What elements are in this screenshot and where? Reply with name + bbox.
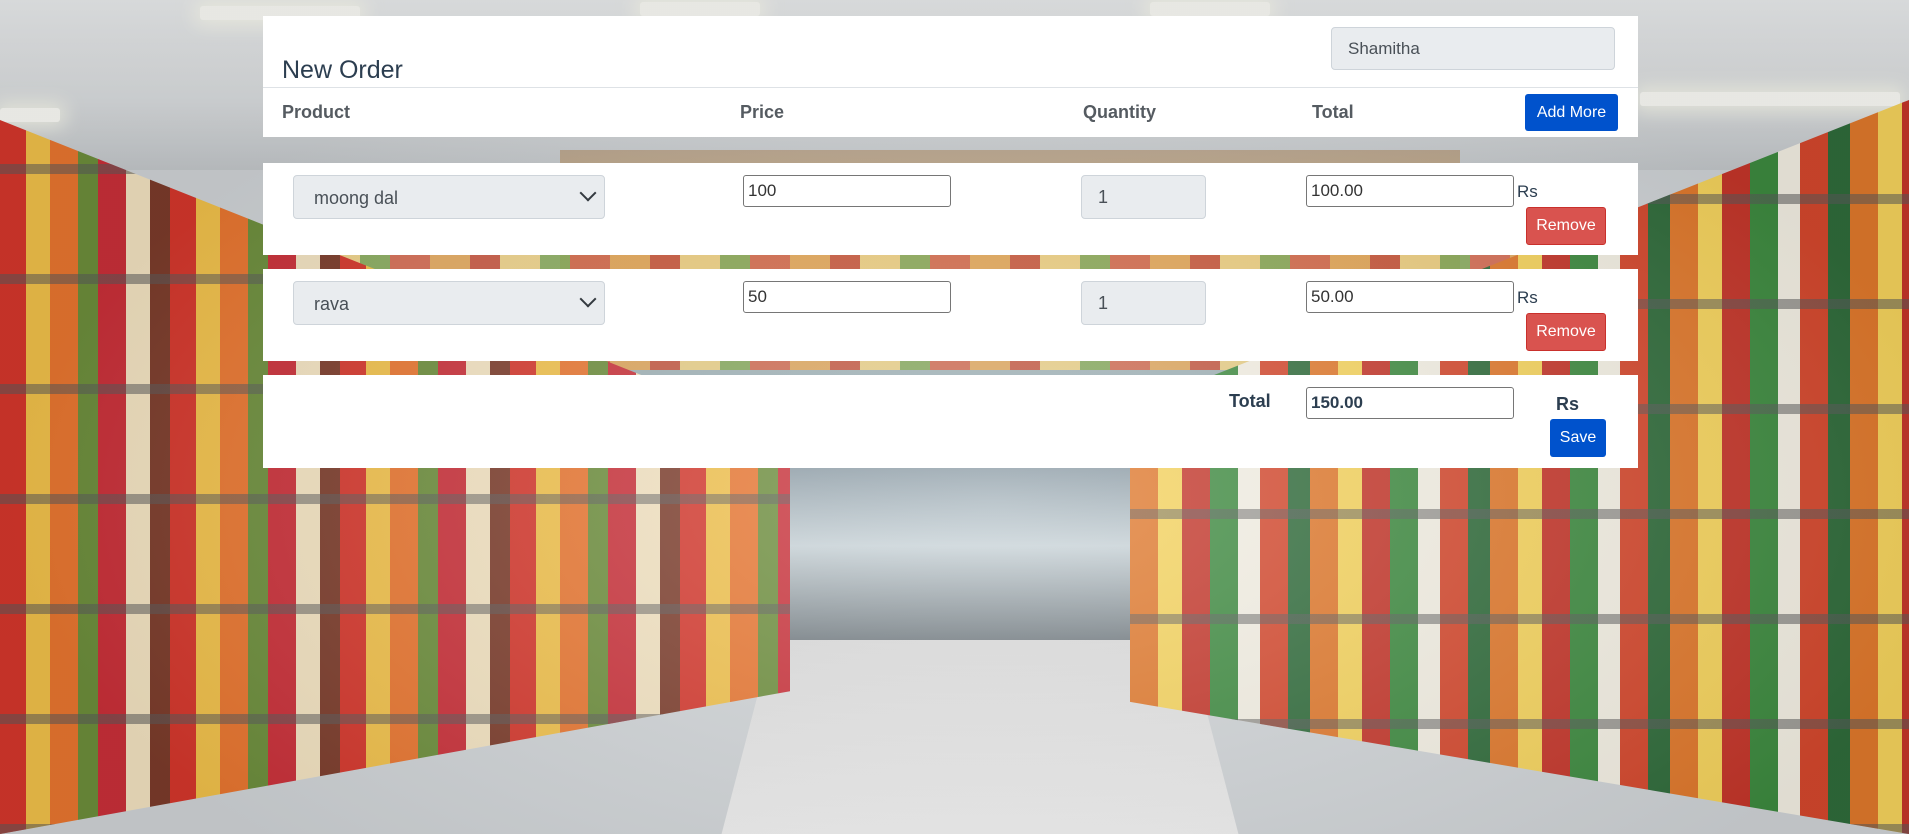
product-select-value: rava (314, 294, 350, 314)
chevron-down-icon (579, 290, 597, 308)
row-total-input[interactable] (1306, 175, 1514, 207)
grand-total-label: Total (1229, 391, 1271, 411)
column-header-product: Product (282, 102, 351, 122)
customer-name-field[interactable] (1331, 27, 1615, 70)
currency-label: Rs (1517, 288, 1538, 307)
header-divider (263, 87, 1638, 88)
remove-button[interactable]: Remove (1526, 207, 1606, 245)
order-header: New Order Product Price Quantity Total A… (263, 16, 1638, 137)
price-input[interactable] (743, 281, 951, 313)
column-header-price: Price (740, 102, 785, 122)
order-row: rava Rs Remove (263, 269, 1638, 361)
order-row: moong dal Rs Remove (263, 163, 1638, 255)
column-header-total: Total (1312, 102, 1354, 122)
product-select[interactable]: moong dal (293, 175, 605, 219)
price-input[interactable] (743, 175, 951, 207)
product-select[interactable]: rava (293, 281, 605, 325)
quantity-input[interactable] (1081, 175, 1206, 219)
save-button[interactable]: Save (1550, 419, 1606, 457)
page-title: New Order (282, 56, 403, 84)
currency-label: Rs (1517, 182, 1538, 201)
chevron-down-icon (579, 184, 597, 202)
remove-button[interactable]: Remove (1526, 313, 1606, 351)
column-header-quantity: Quantity (1083, 102, 1157, 122)
product-select-value: moong dal (314, 188, 399, 208)
add-more-button[interactable]: Add More (1525, 94, 1618, 131)
row-total-input[interactable] (1306, 281, 1514, 313)
order-footer: Total Rs Save (263, 375, 1638, 468)
grand-total-input[interactable] (1306, 387, 1514, 419)
grand-total-currency: Rs (1556, 394, 1580, 414)
quantity-input[interactable] (1081, 281, 1206, 325)
